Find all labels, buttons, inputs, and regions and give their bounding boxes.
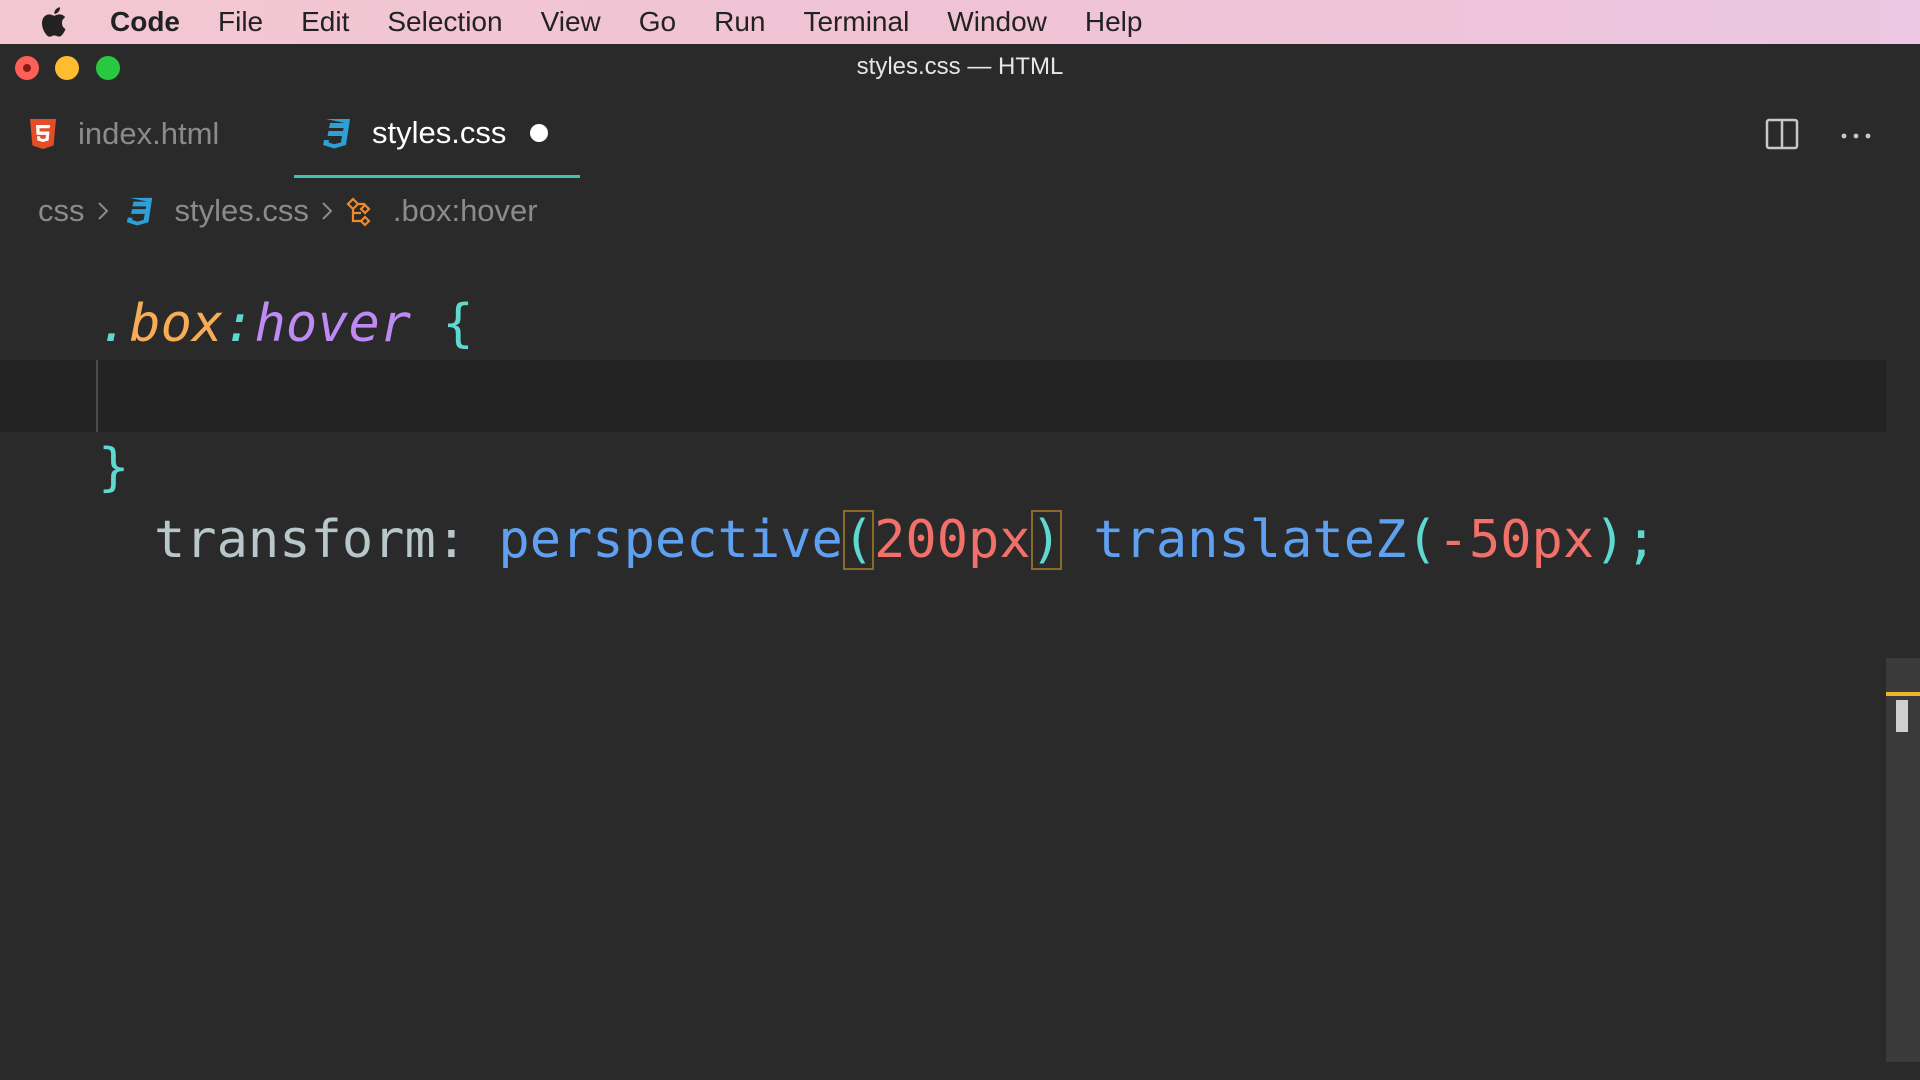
menu-app-name[interactable]: Code (110, 6, 180, 38)
tab-bar: index.html styles.css (0, 90, 1920, 178)
tab-styles-css[interactable]: styles.css (294, 90, 580, 178)
token-number-200px: 200px (874, 510, 1031, 570)
breadcrumb-file[interactable]: styles.css (175, 193, 309, 229)
token-function-translatez: translateZ (1093, 510, 1407, 570)
token-selector-dot: . (98, 294, 130, 354)
token-open-paren: ( (1406, 510, 1438, 570)
menu-bar: Code File Edit Selection View Go Run Ter… (0, 0, 1920, 44)
code-line-2-current[interactable]: transform: perspective(200px) translateZ… (0, 360, 1886, 570)
minimize-window-button[interactable] (55, 56, 79, 80)
vertical-scrollbar[interactable] (1886, 658, 1920, 1062)
code-line-1[interactable]: .box:hover { (98, 288, 474, 360)
code-line-3[interactable]: } (98, 432, 129, 504)
indent-guide (96, 360, 98, 432)
token-selector-colon: : (223, 294, 255, 354)
menu-edit[interactable]: Edit (301, 6, 349, 38)
chevron-right-icon (322, 202, 333, 220)
menu-window[interactable]: Window (947, 6, 1047, 38)
unsaved-changes-dot-icon[interactable] (530, 123, 549, 142)
tab-index-html[interactable]: index.html (0, 90, 292, 178)
apple-logo-icon[interactable] (38, 4, 72, 40)
split-editor-icon[interactable] (1764, 116, 1800, 152)
breadcrumb-symbol[interactable]: .box:hover (393, 193, 538, 229)
token-close-paren-highlighted: ) (1030, 510, 1062, 570)
token-open-brace: { (411, 294, 474, 354)
token-pseudo-class: hover (254, 294, 412, 354)
maximize-window-button[interactable] (96, 56, 120, 80)
token-selector-class: box (129, 294, 224, 354)
menu-selection[interactable]: Selection (387, 6, 502, 38)
token-close-paren: ) (1594, 510, 1626, 570)
more-actions-icon[interactable] (1838, 116, 1874, 152)
css3-icon (126, 197, 152, 226)
breadcrumb: css styles.css .box:hover (38, 178, 538, 244)
menu-terminal[interactable]: Terminal (803, 6, 909, 38)
tab-label: styles.css (372, 114, 507, 150)
menu-file[interactable]: File (218, 6, 263, 38)
close-window-button[interactable] (15, 56, 39, 80)
menu-run[interactable]: Run (714, 6, 765, 38)
menu-help[interactable]: Help (1085, 6, 1143, 38)
breadcrumb-folder[interactable]: css (38, 193, 85, 229)
menu-go[interactable]: Go (639, 6, 676, 38)
css-selector-symbol-icon (346, 197, 371, 227)
scrollbar-thumb[interactable] (1896, 700, 1908, 732)
tab-label: index.html (78, 116, 220, 151)
menu-view[interactable]: View (541, 6, 601, 38)
title-bar: styles.css — HTML (0, 44, 1920, 90)
window-title: styles.css — HTML (856, 53, 1064, 80)
overview-ruler-cursor-marker (1886, 692, 1920, 696)
token-close-brace: } (98, 438, 130, 498)
token-property: transform: (154, 510, 468, 570)
html5-icon (30, 119, 56, 149)
editor-window: styles.css — HTML index.html styles.css (0, 44, 1920, 1080)
token-number-neg50px: -50px (1437, 510, 1595, 570)
code-editor[interactable]: .box:hover { transform: perspective(200p… (0, 244, 1886, 1080)
token-semicolon: ; (1625, 510, 1657, 570)
token-function-perspective: perspective (498, 510, 843, 570)
chevron-right-icon (97, 202, 108, 220)
css3-icon (323, 118, 350, 148)
token-open-paren-highlighted: ( (842, 510, 875, 570)
